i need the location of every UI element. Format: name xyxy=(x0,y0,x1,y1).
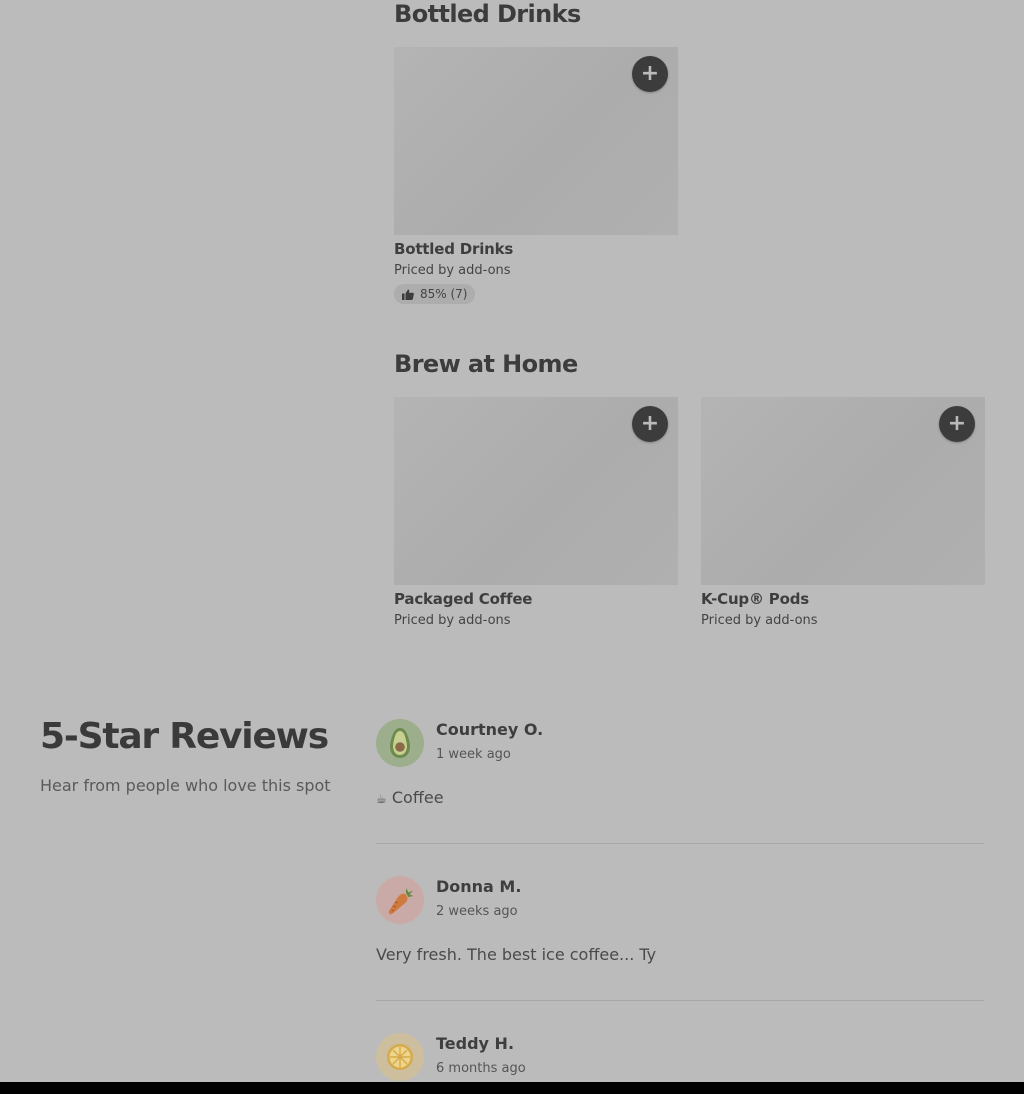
divider xyxy=(376,1000,984,1001)
plus-icon: + xyxy=(640,61,660,86)
plus-icon: + xyxy=(947,411,967,436)
review-item: Donna M. 2 weeks ago Very fresh. The bes… xyxy=(376,876,984,964)
review-time: 6 months ago xyxy=(436,1061,526,1076)
menu-item-card[interactable]: + Packaged Coffee Priced by add-ons xyxy=(394,397,678,628)
item-image[interactable]: + xyxy=(701,397,985,585)
citrus-icon xyxy=(387,1044,413,1070)
item-name: K-Cup® Pods xyxy=(701,590,809,608)
review-time: 1 week ago xyxy=(436,747,511,762)
carrot-icon xyxy=(388,888,414,915)
review-item: Courtney O. 1 week ago ☕ Coffee xyxy=(376,719,984,807)
avatar xyxy=(376,876,424,924)
reviewer-name: Courtney O. xyxy=(436,720,544,739)
item-image[interactable]: + xyxy=(394,47,678,235)
review-text: ☕ Coffee xyxy=(376,788,444,807)
item-image[interactable]: + xyxy=(394,397,678,585)
menu-item-card[interactable]: + Bottled Drinks Priced by add-ons 85% (… xyxy=(394,47,678,304)
review-item: Teddy H. 6 months ago xyxy=(376,1033,984,1082)
item-name: Bottled Drinks xyxy=(394,240,514,258)
avocado-icon xyxy=(389,728,411,758)
add-to-cart-button[interactable]: + xyxy=(939,406,975,442)
section-title-brew-at-home: Brew at Home xyxy=(394,350,578,378)
reviews-subtitle: Hear from people who love this spot xyxy=(40,776,331,795)
thumbs-up-icon xyxy=(402,289,414,300)
add-to-cart-button[interactable]: + xyxy=(632,406,668,442)
plus-icon: + xyxy=(640,411,660,436)
reviewer-name: Donna M. xyxy=(436,877,522,896)
review-text: Very fresh. The best ice coffee... Ty xyxy=(376,945,657,964)
reviews-title: 5-Star Reviews xyxy=(40,716,329,757)
menu-item-card[interactable]: + K-Cup® Pods Priced by add-ons xyxy=(701,397,985,628)
add-to-cart-button[interactable]: + xyxy=(632,56,668,92)
item-name: Packaged Coffee xyxy=(394,590,533,608)
section-title-bottled-drinks: Bottled Drinks xyxy=(394,0,581,28)
avatar xyxy=(376,1033,424,1081)
coffee-cup-icon: ☕ xyxy=(376,792,387,806)
item-price: Priced by add-ons xyxy=(394,613,511,628)
item-price: Priced by add-ons xyxy=(701,613,818,628)
reviewer-name: Teddy H. xyxy=(436,1034,515,1053)
rating-badge: 85% (7) xyxy=(394,284,476,304)
avatar xyxy=(376,719,424,767)
bottom-bar xyxy=(0,1082,1024,1094)
review-time: 2 weeks ago xyxy=(436,904,518,919)
rating-text: 85% (7) xyxy=(420,287,468,301)
item-price: Priced by add-ons xyxy=(394,263,511,278)
divider xyxy=(376,843,984,844)
